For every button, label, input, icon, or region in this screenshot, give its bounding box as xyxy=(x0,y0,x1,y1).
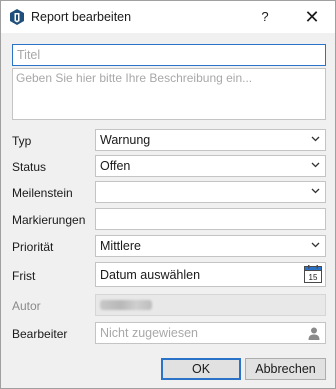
help-button[interactable]: ? xyxy=(253,6,277,28)
close-button[interactable]: ✕ xyxy=(298,5,326,29)
milestone-value xyxy=(100,182,321,202)
status-label: Status xyxy=(12,160,47,174)
assignee-field[interactable] xyxy=(95,322,326,344)
milestone-select[interactable] xyxy=(95,181,326,203)
title-field[interactable] xyxy=(12,44,326,66)
deadline-label: Frist xyxy=(12,269,36,283)
title-bar: Report bearbeiten ? ✕ xyxy=(1,1,335,33)
chevron-down-icon xyxy=(311,188,320,194)
priority-value: Mittlere xyxy=(100,239,141,253)
calendar-icon[interactable]: 15 xyxy=(304,265,322,283)
window-title: Report bearbeiten xyxy=(31,10,132,24)
author-field xyxy=(95,294,326,316)
chevron-down-icon xyxy=(311,162,320,168)
cancel-button[interactable]: Abbrechen xyxy=(245,358,326,380)
status-select[interactable]: Offen xyxy=(95,155,326,177)
type-value: Warnung xyxy=(100,133,151,147)
priority-label: Priorität xyxy=(12,240,54,254)
assignee-label: Bearbeiter xyxy=(12,327,68,341)
status-value: Offen xyxy=(100,159,131,173)
title-input[interactable] xyxy=(17,45,321,65)
person-icon[interactable] xyxy=(308,327,320,340)
tags-input[interactable] xyxy=(100,209,321,229)
description-field[interactable] xyxy=(12,68,326,120)
tags-label: Markierungen xyxy=(12,213,86,227)
report-dialog: Report bearbeiten ? ✕ Typ Warnung Status… xyxy=(0,0,336,389)
type-select[interactable]: Warnung xyxy=(95,129,326,151)
ok-button[interactable]: OK xyxy=(161,358,241,380)
tags-field[interactable] xyxy=(95,208,326,230)
app-logo-icon xyxy=(10,9,24,25)
chevron-down-icon xyxy=(311,136,320,142)
calendar-day-text: 15 xyxy=(309,273,318,282)
redacted-author-name xyxy=(100,300,152,310)
chevron-down-icon xyxy=(311,242,320,248)
deadline-field[interactable]: Datum auswählen 15 xyxy=(95,262,326,287)
author-label: Autor xyxy=(12,299,41,313)
assignee-input[interactable] xyxy=(100,323,321,343)
priority-select[interactable]: Mittlere xyxy=(95,235,326,257)
type-label: Typ xyxy=(12,134,32,148)
milestone-label: Meilenstein xyxy=(12,186,73,200)
deadline-value: Datum auswählen xyxy=(100,268,201,282)
description-input[interactable] xyxy=(16,71,322,117)
